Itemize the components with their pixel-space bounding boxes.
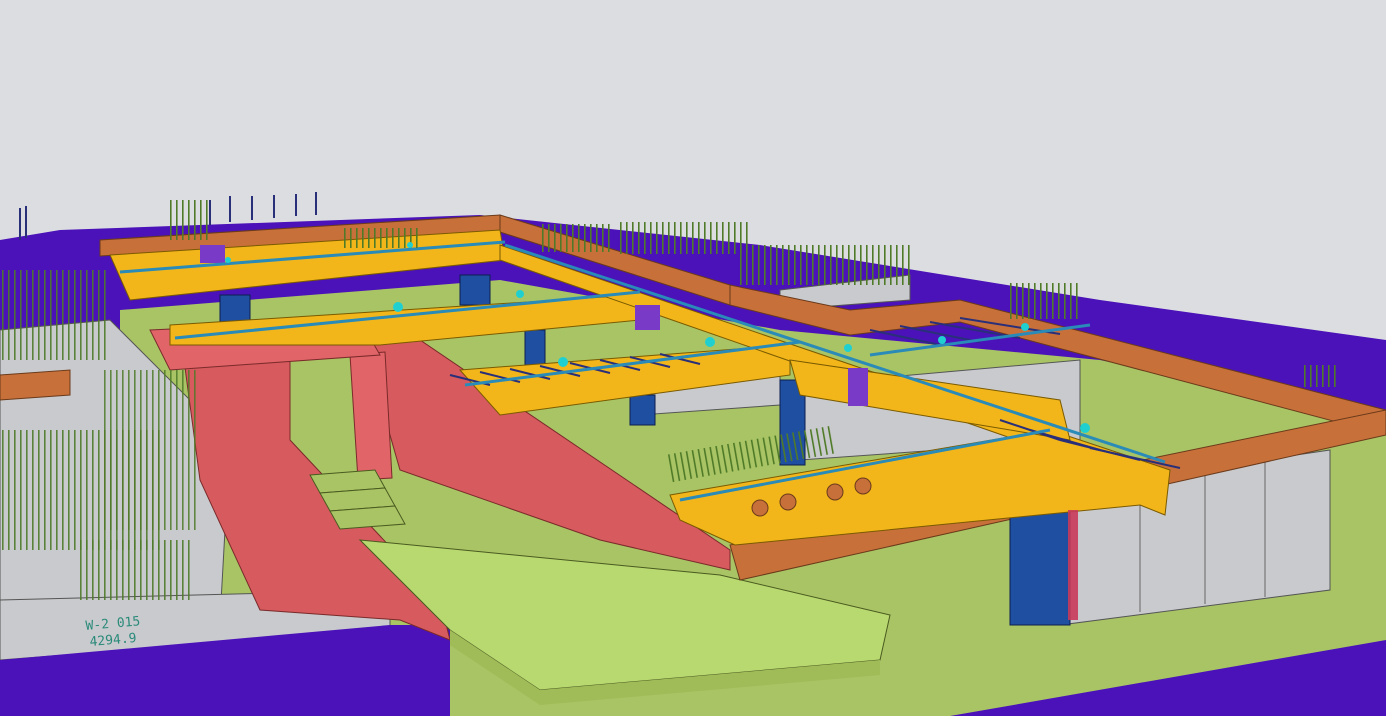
orange-beam-left [0,369,71,401]
model-viewport[interactable]: W-2 015 4294.9 [0,0,1386,716]
rebar-field-left-3 [80,540,190,600]
red-column [349,351,393,481]
rebar-field-left-2 [0,270,110,360]
column-ties [1068,510,1078,620]
structural-model-3d-view[interactable]: W-2 015 4294.9 [0,0,1386,716]
